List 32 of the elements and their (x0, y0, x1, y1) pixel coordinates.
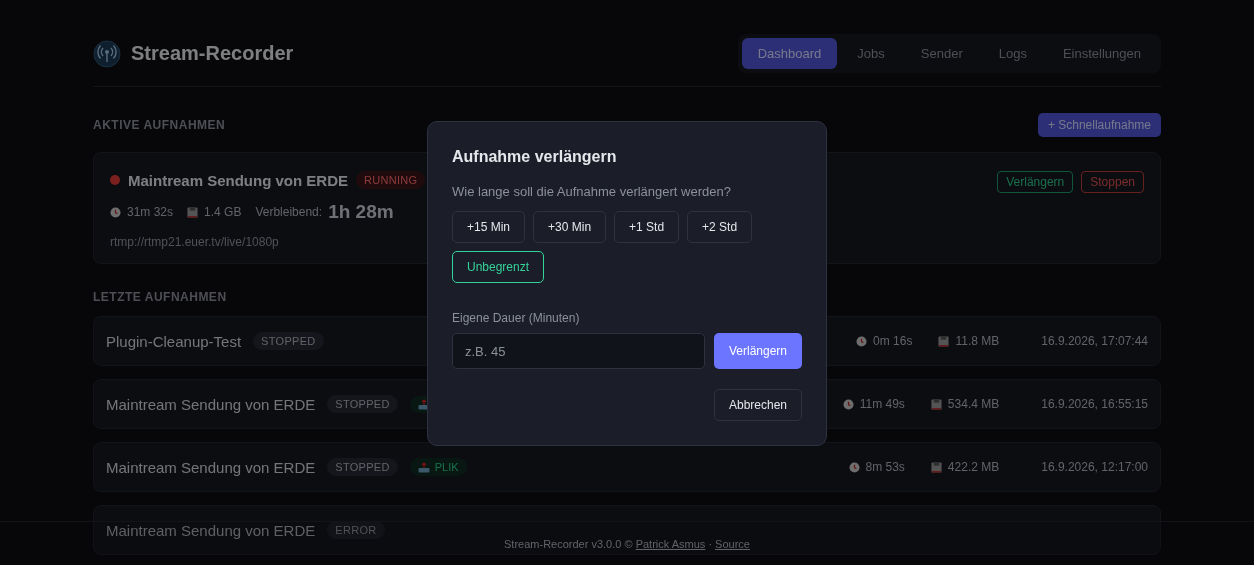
size-text: 11.8 MB (955, 334, 1000, 348)
status-badge: STOPPED (327, 395, 398, 413)
status-badge: RUNNING (356, 171, 426, 189)
footer-text: Stream-Recorder v3.0.0 © Patrick Asmus · Source (504, 537, 750, 550)
dialog-question: Wie lange soll die Aufnahme verlängert werden? (452, 184, 732, 199)
recording-name: Maintream Sendung von ERDE (106, 395, 316, 413)
status-badge: STOPPED (327, 458, 398, 476)
duration-text: 8m 53s (865, 460, 905, 474)
dialog-title: Aufnahme verlängern (452, 148, 618, 166)
recording-name: Plugin-Cleanup-Test (106, 332, 242, 350)
duration-text: 11m 49s (859, 397, 905, 411)
stream-url: rtmp://rtmp21.euer.tv/live/1080p (110, 235, 280, 249)
plugin-tag: PLIK (409, 458, 467, 476)
remaining-time: 1h 28m (328, 201, 394, 223)
remaining-label: Verbleibend: (255, 205, 323, 219)
size-text: 422.2 MB (947, 460, 1000, 474)
duration-text: 31m 32s (127, 205, 174, 219)
size-text: 1.4 GB (204, 205, 242, 219)
section-title: AKTIVE AUFNAHMEN (93, 118, 226, 132)
status-badge: STOPPED (253, 332, 324, 350)
section-title: LETZTE AUFNAHMEN (93, 290, 227, 304)
duration-text: 0m 16s (873, 334, 913, 348)
recording-name: Maintream Sendung von ERDE (128, 171, 349, 189)
recording-name: Maintream Sendung von ERDE (106, 458, 316, 476)
date-text: 16.9.2026, 16:55:15 (1040, 397, 1148, 411)
date-text: 16.9.2026, 17:07:44 (1040, 334, 1148, 348)
date-text: 16.9.2026, 12:17:00 (1040, 460, 1148, 474)
recording-name: Maintream Sendung von ERDE (106, 521, 316, 539)
size-text: 534.4 MB (947, 397, 1000, 411)
status-badge: ERROR (327, 521, 385, 539)
custom-duration-label: Eigene Dauer (Minuten) (452, 311, 581, 325)
app-title: Stream-Recorder (131, 42, 294, 65)
